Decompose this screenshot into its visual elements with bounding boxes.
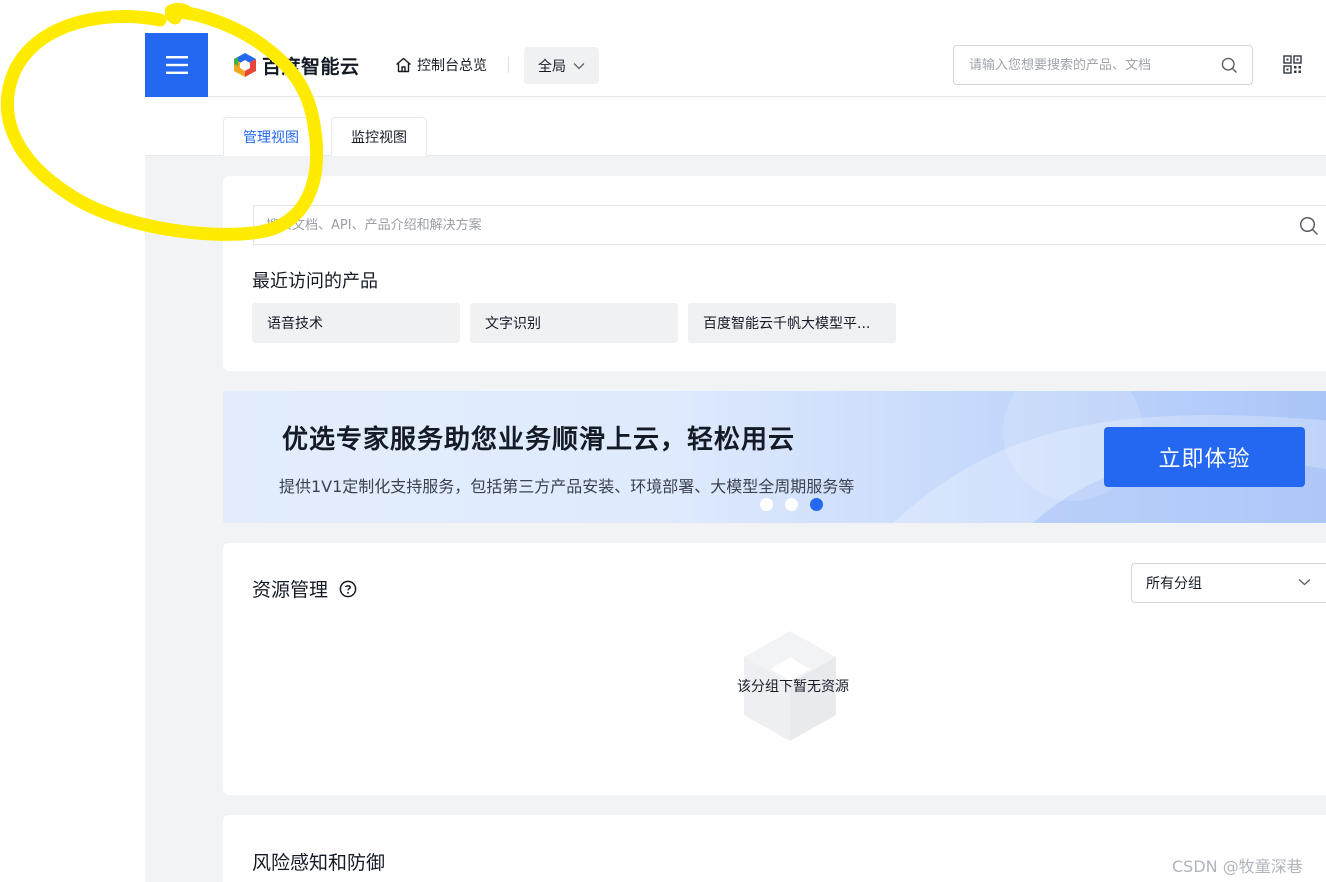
banner-subtitle: 提供1V1定制化支持服务，包括第三方产品安装、环境部署、大模型全周期服务等 (279, 477, 855, 496)
risk-title: 风险感知和防御 (252, 852, 386, 874)
hamburger-menu-icon (165, 56, 188, 74)
help-icon[interactable] (339, 580, 357, 598)
tab-management-view[interactable]: 管理视图 (223, 117, 319, 156)
doc-search-input[interactable] (266, 217, 1326, 233)
resource-management-title: 资源管理 (252, 575, 357, 602)
menu-button[interactable] (145, 33, 208, 97)
region-selector[interactable]: 全局 (524, 47, 599, 84)
nav-divider (508, 57, 509, 73)
region-label: 全局 (538, 58, 566, 75)
empty-state-text: 该分组下暂无资源 (737, 679, 849, 695)
recent-products-list: 语音技术 文字识别 百度智能云千帆大模型平... (252, 303, 906, 343)
chevron-down-icon (573, 62, 585, 69)
brand-name: 百度智能云 (262, 55, 360, 78)
console-overview-link[interactable]: 控制台总览 (395, 55, 487, 75)
global-search-input[interactable] (969, 57, 1221, 73)
chevron-down-icon (1298, 579, 1311, 586)
recent-product-item[interactable]: 百度智能云千帆大模型平... (688, 303, 896, 343)
recent-product-item[interactable]: 语音技术 (252, 303, 460, 343)
brand-cube-icon (234, 53, 256, 77)
resource-management-label: 资源管理 (252, 579, 329, 601)
top-navbar: 百度智能云 控制台总览 全局 (145, 33, 1326, 97)
search-icon[interactable] (1299, 216, 1319, 236)
console-overview-label: 控制台总览 (417, 58, 487, 74)
promo-banner[interactable]: 优选专家服务助您业务顺滑上云，轻松用云 提供1V1定制化支持服务，包括第三方产品… (223, 391, 1326, 523)
tab-monitoring-view[interactable]: 监控视图 (331, 117, 427, 156)
watermark: CSDN @牧童深巷 (1172, 857, 1303, 876)
recent-product-item[interactable]: 文字识别 (470, 303, 678, 343)
search-icon[interactable] (1221, 57, 1238, 74)
resource-management-card: 资源管理 所有分组 该分组下暂无资源 (223, 543, 1326, 795)
view-tabs: 管理视图 监控视图 (223, 117, 427, 156)
home-icon (396, 57, 411, 73)
carousel-dot[interactable] (760, 498, 773, 511)
banner-title: 优选专家服务助您业务顺滑上云，轻松用云 (282, 425, 796, 455)
page-canvas: 百度智能云 控制台总览 全局 请输入您想要搜索的产品、文档 管理视图 监控视图 … (0, 0, 1326, 882)
carousel-dots (760, 498, 835, 511)
search-recent-card: 最近访问的产品 语音技术 文字识别 百度智能云千帆大模型平... (223, 176, 1326, 371)
global-search-box[interactable] (953, 45, 1253, 85)
carousel-dot-active[interactable] (810, 498, 823, 511)
brand-logo[interactable]: 百度智能云 (232, 51, 360, 79)
risk-card: 风险感知和防御 (223, 815, 1326, 882)
qr-code-icon[interactable] (1283, 55, 1302, 74)
recent-products-title: 最近访问的产品 (252, 271, 378, 292)
group-select-value: 所有分组 (1146, 576, 1202, 592)
group-select[interactable]: 所有分组 (1131, 563, 1326, 603)
sidebar-collapsed-area (145, 155, 223, 882)
doc-search-box[interactable] (253, 205, 1326, 245)
carousel-dot[interactable] (785, 498, 798, 511)
try-now-button[interactable]: 立即体验 (1104, 427, 1305, 487)
